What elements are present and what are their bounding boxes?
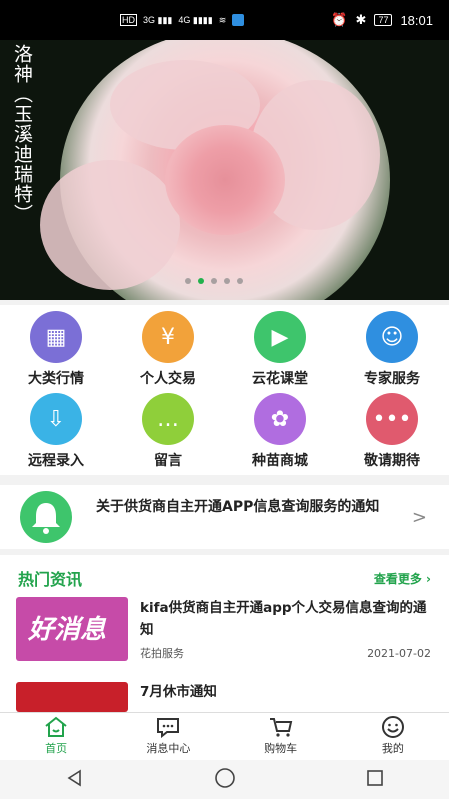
battery-icon: 77 [374, 14, 393, 26]
category-message[interactable]: … 留言 [112, 387, 224, 469]
rose-center [165, 125, 285, 235]
news-item[interactable]: 好消息 kifa供货商自主开通app个人交易信息查询的通知 花拍服务 2021-… [0, 595, 449, 673]
carousel-dot[interactable] [237, 278, 243, 284]
recents-icon[interactable] [365, 768, 385, 792]
hot-news-title: 热门资讯 [18, 570, 83, 589]
tab-label: 购物车 [264, 742, 298, 755]
system-nav-bar [0, 760, 449, 799]
carousel-dot[interactable] [211, 278, 217, 284]
carousel-dot[interactable] [185, 278, 191, 284]
more-dots-icon: ••• [366, 393, 418, 445]
signal-4g-icon: 4G ▮▮▮▮ [178, 14, 213, 25]
status-right-icons: ⏰ ✱ 77 18:01 [331, 12, 433, 28]
category-label: 个人交易 [140, 371, 196, 387]
back-icon[interactable] [65, 768, 85, 792]
notice-text: 关于供货商自主开通APP信息查询服务的通知 [96, 499, 380, 515]
banner-title: 洛神（玉溪迪瑞特） [11, 44, 33, 224]
category-label: 远程录入 [28, 453, 84, 469]
thumbnail-text: 好消息 [28, 615, 107, 645]
banner-carousel[interactable]: 洛神（玉溪迪瑞特） [0, 40, 449, 300]
carousel-dot-active[interactable] [198, 278, 204, 284]
view-more-label: 查看更多 [373, 572, 422, 586]
news-source: 花拍服务 [140, 647, 184, 660]
tab-profile[interactable]: 我的 [337, 713, 449, 761]
tab-messages[interactable]: 消息中心 [112, 713, 224, 761]
market-icon: ▦ [30, 311, 82, 363]
bluetooth-icon: ✱ [355, 12, 367, 27]
tab-label: 消息中心 [146, 742, 191, 755]
category-label: 专家服务 [364, 371, 420, 387]
expert-icon: ☺ [366, 311, 418, 363]
news-date: 2021-07-02 [367, 647, 431, 660]
category-label: 种苗商城 [252, 453, 308, 469]
category-personal-trade[interactable]: ¥ 个人交易 [112, 305, 224, 387]
category-label: 留言 [154, 453, 182, 469]
carousel-indicator [185, 278, 243, 284]
money-bag-icon: ¥ [142, 311, 194, 363]
category-grid: ▦ 大类行情 ¥ 个人交易 ▶ 云花课堂 ☺ 专家服务 ⇩ 远程录入 … 留言 … [0, 305, 449, 475]
tab-label: 我的 [381, 742, 404, 755]
category-label: 敬请期待 [364, 453, 420, 469]
home-circle-icon[interactable] [214, 767, 236, 793]
news-item[interactable]: 7月休市通知 [0, 673, 449, 712]
flower-icon: ✿ [254, 393, 306, 445]
signal-icon: 3G ▮▮▮ [143, 14, 173, 25]
profile-icon [337, 715, 449, 739]
chevron-right-icon: > [411, 507, 427, 528]
category-coming-soon[interactable]: ••• 敬请期待 [336, 387, 448, 469]
notice-banner[interactable]: 关于供货商自主开通APP信息查询服务的通知 > [0, 485, 449, 549]
category-seedling-mall[interactable]: ✿ 种苗商城 [224, 387, 336, 469]
hd-icon: HD [120, 14, 137, 26]
app-notification-icon [232, 14, 245, 26]
tab-home[interactable]: 首页 [0, 713, 112, 761]
status-left-icons: HD 3G ▮▮▮ 4G ▮▮▮▮ ≋ [120, 14, 245, 26]
rose-petal [40, 160, 180, 290]
wifi-icon: ≋ [218, 14, 227, 25]
monitor-download-icon: ⇩ [30, 393, 82, 445]
news-title: kifa供货商自主开通app个人交易信息查询的通知 [140, 600, 427, 638]
category-market[interactable]: ▦ 大类行情 [0, 305, 112, 387]
tab-cart[interactable]: 购物车 [225, 713, 337, 761]
chat-bubble-icon: … [142, 393, 194, 445]
status-bar: HD 3G ▮▮▮ 4G ▮▮▮▮ ≋ ⏰ ✱ 77 18:01 [0, 0, 449, 40]
news-thumbnail: 好消息 [16, 597, 128, 661]
category-expert[interactable]: ☺ 专家服务 [336, 305, 448, 387]
tab-label: 首页 [45, 742, 68, 755]
bottom-tab-bar: 首页 消息中心 购物车 我的 [0, 712, 449, 761]
message-icon [112, 715, 224, 739]
view-more-link[interactable]: 查看更多 › [374, 570, 431, 587]
category-label: 大类行情 [28, 371, 84, 387]
category-remote-entry[interactable]: ⇩ 远程录入 [0, 387, 112, 469]
cart-icon [225, 715, 337, 739]
category-classroom[interactable]: ▶ 云花课堂 [224, 305, 336, 387]
bell-icon [20, 491, 72, 543]
chevron-right-icon: › [426, 572, 431, 586]
video-play-icon: ▶ [254, 311, 306, 363]
alarm-icon: ⏰ [331, 12, 348, 27]
home-icon [0, 715, 112, 739]
hot-news-header: 热门资讯 查看更多 › [0, 555, 449, 595]
category-label: 云花课堂 [252, 371, 308, 387]
news-thumbnail [16, 682, 128, 712]
news-title: 7月休市通知 [140, 684, 217, 700]
clock-time: 18:01 [400, 12, 433, 28]
carousel-dot[interactable] [224, 278, 230, 284]
